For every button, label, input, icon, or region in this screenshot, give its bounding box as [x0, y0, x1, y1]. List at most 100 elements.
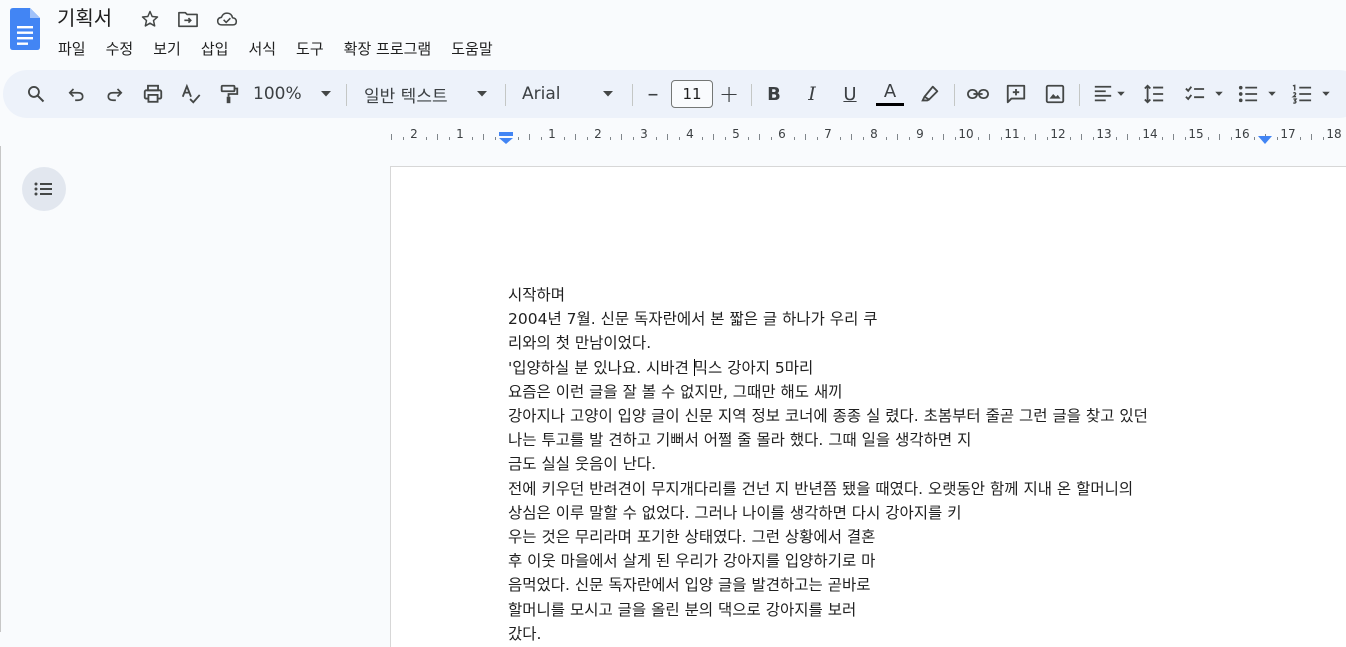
document-outline-button[interactable]: [22, 167, 66, 211]
document-page[interactable]: 시작하며 2004년 7월. 신문 독자란에서 본 짧은 글 하나가 우리 쿠 …: [390, 166, 1346, 647]
left-edge: [0, 146, 1, 632]
ruler-tick: [449, 137, 450, 140]
body-line: 갔다.: [508, 622, 1148, 646]
ruler-tick: [989, 134, 990, 140]
checklist-select[interactable]: [1179, 70, 1229, 118]
menu-extensions[interactable]: 확장 프로그램: [334, 38, 442, 62]
ruler-tick: [1047, 137, 1048, 140]
line-spacing-icon[interactable]: [1139, 70, 1169, 118]
move-to-folder-icon[interactable]: [177, 8, 199, 30]
document-title[interactable]: 기획서: [57, 5, 112, 31]
ruler-tick: [495, 137, 496, 140]
ruler-tick: [1001, 137, 1002, 140]
align-select[interactable]: [1087, 70, 1131, 118]
ruler-tick: [943, 134, 944, 140]
star-icon[interactable]: [139, 8, 161, 30]
body-text-before-cursor: '입양하실 분 있나요. 시바견: [508, 359, 694, 377]
ruler-tick: [702, 137, 703, 140]
ruler-number: 17: [1280, 127, 1295, 141]
ruler-tick: [1254, 137, 1255, 140]
highlight-color-icon[interactable]: [915, 70, 945, 118]
ruler-tick: [909, 137, 910, 140]
body-line: 전에 키우던 반려견이 무지개다리를 건넌 지 반년쯤 됐을 때였다. 오랫동안…: [508, 477, 1148, 501]
ruler-tick: [472, 137, 473, 140]
undo-icon[interactable]: [61, 70, 91, 118]
body-line: 2004년 7월. 신문 독자란에서 본 짧은 글 하나가 우리 쿠: [508, 307, 1148, 331]
paint-format-icon[interactable]: [214, 70, 244, 118]
menu-edit[interactable]: 수정: [96, 38, 144, 62]
right-indent-marker-icon[interactable]: [1257, 135, 1273, 145]
bulleted-list-select[interactable]: [1233, 70, 1281, 118]
ruler-tick: [1300, 137, 1301, 140]
menu-file[interactable]: 파일: [48, 38, 96, 62]
body-line: 음먹었다. 신문 독자란에서 입양 글을 발견하고는 곧바로: [508, 573, 1148, 597]
ruler-tick: [1139, 137, 1140, 140]
insert-image-icon[interactable]: [1040, 70, 1070, 118]
increase-font-size-button[interactable]: +: [716, 70, 742, 118]
body-line: 강아지나 고양이 입양 글이 신문 지역 정보 코너에 종종 실 렸다. 초봄부…: [508, 404, 1148, 428]
paragraph-style-select[interactable]: 일반 텍스트: [364, 70, 494, 118]
body-line: 시작하며: [508, 283, 1148, 307]
bold-button[interactable]: B: [759, 70, 789, 118]
spellcheck-icon[interactable]: [176, 70, 206, 118]
redo-icon[interactable]: [100, 70, 130, 118]
toolbar-divider: [954, 84, 955, 106]
first-line-indent-marker-icon[interactable]: [498, 131, 514, 145]
font-family-select[interactable]: Arial: [522, 70, 622, 118]
ruler-tick: [564, 137, 565, 140]
ruler-tick: [1208, 137, 1209, 140]
font-size-input[interactable]: 11: [671, 80, 713, 108]
toolbar-divider: [632, 84, 633, 106]
ruler-number: 3: [640, 127, 648, 141]
ruler-tick: [575, 134, 576, 140]
numbered-list-dropdown-icon: [1321, 91, 1331, 97]
numbered-list-select[interactable]: [1286, 70, 1336, 118]
ruler-tick: [840, 137, 841, 140]
ruler-number: 2: [594, 127, 602, 141]
zoom-select[interactable]: 100%: [253, 70, 343, 118]
zoom-value: 100%: [253, 84, 302, 104]
document-body[interactable]: 시작하며 2004년 7월. 신문 독자란에서 본 짧은 글 하나가 우리 쿠 …: [508, 283, 1148, 646]
ruler-tick: [1311, 134, 1312, 140]
decrease-font-size-button[interactable]: –: [640, 70, 666, 118]
ruler-number: 14: [1142, 127, 1157, 141]
menu-tools[interactable]: 도구: [286, 38, 334, 62]
ruler-tick: [426, 137, 427, 140]
body-line: 리와의 첫 만남이었다.: [508, 331, 1148, 355]
ruler-tick: [391, 134, 392, 140]
menu-insert[interactable]: 삽입: [191, 38, 239, 62]
menu-bar: 파일 수정 보기 삽입 서식 도구 확장 프로그램 도움말: [48, 38, 503, 62]
toolbar-divider: [346, 84, 347, 106]
ruler-number: 13: [1096, 127, 1111, 141]
print-icon[interactable]: [138, 70, 168, 118]
ruler-number: 9: [916, 127, 924, 141]
docs-logo-icon[interactable]: [10, 8, 40, 50]
body-line: 할머니를 모시고 글을 올린 분의 댁으로 강아지를 보러: [508, 598, 1148, 622]
italic-button[interactable]: I: [797, 70, 827, 118]
ruler-tick: [1024, 137, 1025, 140]
menu-format[interactable]: 서식: [238, 38, 286, 62]
body-line: 금도 실실 웃음이 난다.: [508, 452, 1148, 476]
search-menus-icon[interactable]: [21, 70, 51, 118]
ruler-tick: [610, 137, 611, 140]
add-comment-icon[interactable]: [1001, 70, 1031, 118]
menu-help[interactable]: 도움말: [441, 38, 502, 62]
text-color-button[interactable]: A: [874, 70, 906, 118]
underline-button[interactable]: U: [835, 70, 865, 118]
ruler-tick: [932, 137, 933, 140]
horizontal-ruler[interactable]: 21123456789101112131415161718: [390, 122, 1346, 146]
body-line: 상심은 이루 말할 수 없었다. 그러나 나이를 생각하면 다시 강아지를 키: [508, 501, 1148, 525]
ruler-tick: [403, 137, 404, 140]
ruler-number: 10: [958, 127, 973, 141]
menu-view[interactable]: 보기: [143, 38, 191, 62]
ruler-tick: [713, 134, 714, 140]
cloud-saved-icon[interactable]: [216, 8, 238, 30]
ruler-tick: [656, 137, 657, 140]
ruler-number: 11: [1004, 127, 1019, 141]
font-family-value: Arial: [522, 84, 560, 104]
ruler-tick: [759, 134, 760, 140]
ruler-tick: [794, 137, 795, 140]
checklist-icon: [1184, 84, 1206, 104]
ruler-tick: [978, 137, 979, 140]
insert-link-icon[interactable]: [963, 70, 993, 118]
